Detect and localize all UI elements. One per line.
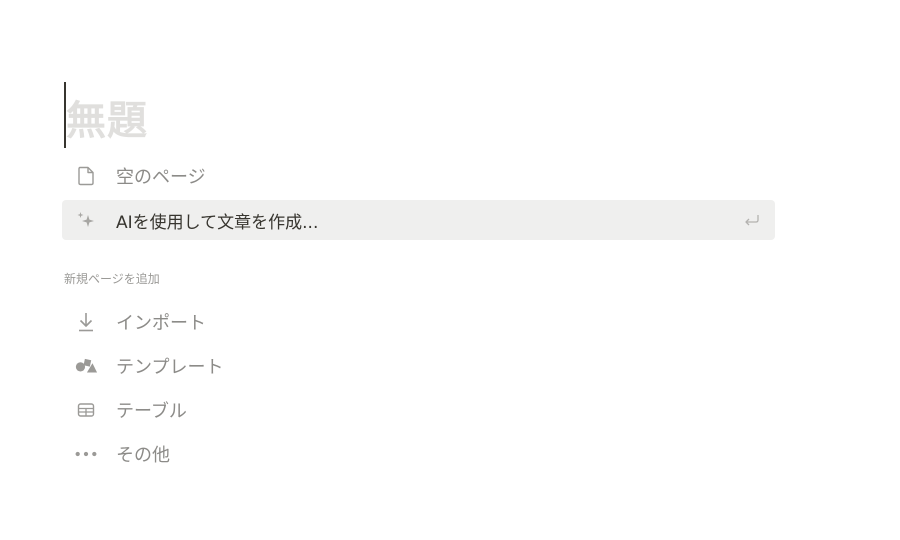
empty-page-label: 空のページ	[116, 167, 206, 188]
template-label: テンプレート	[116, 357, 224, 378]
table-label: テーブル	[116, 401, 187, 422]
import-label: インポート	[116, 313, 206, 334]
more-option[interactable]: その他	[62, 434, 775, 474]
add-new-page-heading: 新規ページを追加	[64, 272, 160, 286]
template-shapes-icon	[74, 354, 98, 378]
import-option[interactable]: インポート	[62, 302, 775, 342]
more-label: その他	[116, 445, 170, 466]
template-option[interactable]: テンプレート	[62, 346, 775, 386]
empty-page-option[interactable]: 空のページ	[62, 156, 775, 196]
more-dots-icon	[74, 442, 98, 466]
ai-write-option[interactable]: AIを使用して文章を作成...	[62, 200, 775, 240]
page-title-placeholder: 無題	[66, 98, 148, 144]
import-arrow-icon	[74, 310, 98, 334]
return-key-icon	[743, 211, 761, 229]
table-option[interactable]: テーブル	[62, 390, 775, 430]
ai-write-label: AIを使用して文章を作成...	[116, 212, 319, 233]
page-icon	[74, 164, 98, 188]
sparkle-icon	[74, 208, 98, 232]
table-icon	[74, 398, 98, 422]
